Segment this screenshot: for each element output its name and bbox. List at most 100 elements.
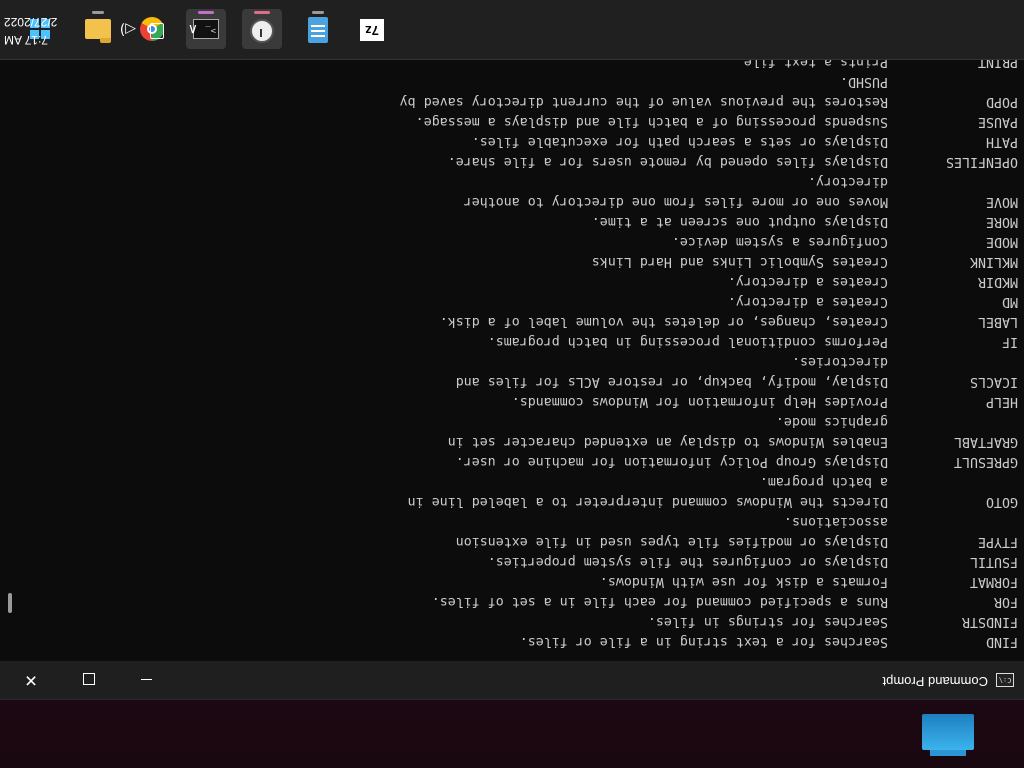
command-description: Displays output one screen at a time. bbox=[591, 214, 888, 229]
console-line: a batch program. bbox=[28, 471, 1018, 491]
clock-icon bbox=[250, 19, 274, 43]
recycle-bin-icon[interactable] bbox=[922, 714, 974, 758]
command-description: Restores the previous value of the curre… bbox=[399, 94, 888, 109]
command-name: FSUTIL bbox=[969, 554, 1018, 569]
title-bar[interactable]: C:\ Command Prompt ✕ bbox=[0, 661, 1024, 699]
console-line: associations. bbox=[28, 511, 1018, 531]
console-line: FTYPE Displays or modifies file types use… bbox=[28, 531, 1018, 551]
command-description: Enables Windows to display an extended c… bbox=[447, 434, 888, 449]
command-name: PATH bbox=[985, 134, 1018, 149]
command-name: MKDIR bbox=[977, 274, 1018, 289]
command-name: LABEL bbox=[977, 314, 1018, 329]
taskbar-notepad[interactable] bbox=[298, 9, 338, 49]
minimize-button[interactable] bbox=[118, 661, 176, 699]
7zip-icon: 7z bbox=[360, 19, 384, 41]
minimize-icon bbox=[141, 678, 153, 681]
command-name: PRINT bbox=[977, 59, 1018, 69]
notepad-icon bbox=[308, 17, 328, 43]
console-line: FIND Searches for a text string in a file… bbox=[28, 631, 1018, 651]
command-name: HELP bbox=[985, 394, 1018, 409]
console-line: FINDSTR Searches for strings in files. bbox=[28, 611, 1018, 631]
command-description: Creates a directory. bbox=[727, 274, 888, 289]
console-line: PUSHD. bbox=[28, 71, 1018, 91]
command-name: MODE bbox=[985, 234, 1018, 249]
command-description: Displays or modifies file types used in … bbox=[455, 534, 888, 549]
window-title: Command Prompt bbox=[882, 674, 988, 689]
console-line: GOTO Directs the Windows command interpre… bbox=[28, 491, 1018, 511]
console-line: PATH Displays or sets a search path for e… bbox=[28, 131, 1018, 151]
command-description: Creates a directory. bbox=[727, 294, 888, 309]
command-description: Displays or configures the file system p… bbox=[487, 554, 888, 569]
clock-date: 2/27/2022 bbox=[4, 15, 58, 29]
command-description: associations. bbox=[783, 514, 888, 529]
command-description: Directs the Windows command interpreter … bbox=[407, 494, 888, 509]
command-name: MOVE bbox=[985, 194, 1018, 209]
command-description: Searches for a text string in a file or … bbox=[519, 634, 888, 649]
maximize-button[interactable] bbox=[60, 661, 118, 699]
console-output[interactable]: FIND Searches for a text string in a file… bbox=[28, 59, 1018, 651]
command-name: POPD bbox=[985, 94, 1018, 109]
command-description: Prints a text file. bbox=[735, 59, 888, 69]
command-name: FINDSTR bbox=[961, 614, 1018, 629]
clock-time: 7:17 AM bbox=[4, 33, 49, 47]
console-line: MD Creates a directory. bbox=[28, 291, 1018, 311]
close-button[interactable]: ✕ bbox=[2, 661, 60, 699]
command-description: Displays files opened by remote users fo… bbox=[447, 154, 888, 169]
maximize-icon bbox=[83, 673, 95, 686]
command-description: Creates, changes, or deletes the volume … bbox=[439, 314, 888, 329]
command-description: graphics mode. bbox=[775, 414, 888, 429]
command-description: Displays or sets a search path for execu… bbox=[471, 134, 888, 149]
command-description: Moves one or more files from one directo… bbox=[463, 194, 888, 209]
network-button[interactable] bbox=[142, 0, 164, 59]
command-name: GRAFTABL bbox=[953, 434, 1018, 449]
command-name: FIND bbox=[985, 634, 1018, 649]
console-line: FSUTIL Displays or configures the file sy… bbox=[28, 551, 1018, 571]
console-line: HELP Provides Help information for Window… bbox=[28, 391, 1018, 411]
console-line: FORMAT Formats a disk for use with Window… bbox=[28, 571, 1018, 591]
cmd-app-icon: C:\ bbox=[996, 673, 1014, 687]
console-line: POPD Restores the previous value of the c… bbox=[28, 91, 1018, 111]
command-name: GPRESULT bbox=[953, 454, 1018, 469]
console-line: OPENFILES Displays files opened by remote… bbox=[28, 151, 1018, 171]
command-description: directory. bbox=[807, 174, 888, 189]
command-name: FTYPE bbox=[977, 534, 1018, 549]
console-line: LABEL Creates, changes, or deletes the vo… bbox=[28, 311, 1018, 331]
command-description: Suspends processing of a batch file and … bbox=[415, 114, 888, 129]
command-name: ICACLS bbox=[969, 374, 1018, 389]
command-description: directories. bbox=[791, 354, 888, 369]
console-line: MORE Displays output one screen at a time… bbox=[28, 211, 1018, 231]
console-line: FOR Runs a specified command for each fil… bbox=[28, 591, 1018, 611]
chevron-up-icon: ∧ bbox=[187, 21, 198, 37]
console-line: directory. bbox=[28, 171, 1018, 191]
command-name: PAUSE bbox=[977, 114, 1018, 129]
command-description: Provides Help information for Windows co… bbox=[511, 394, 888, 409]
command-name: IF bbox=[1001, 334, 1018, 349]
command-description: Performs conditional processing in batch… bbox=[487, 334, 888, 349]
console-line: PAUSE Suspends processing of a batch file… bbox=[28, 111, 1018, 131]
close-icon: ✕ bbox=[24, 671, 38, 690]
command-name: GOTO bbox=[985, 494, 1018, 509]
console-line: directories. bbox=[28, 351, 1018, 371]
show-hidden-icons-button[interactable]: ∧ bbox=[178, 0, 198, 59]
command-description: Searches for strings in files. bbox=[647, 614, 888, 629]
volume-icon: ◁) bbox=[119, 21, 136, 37]
taskbar-alarms-clock[interactable] bbox=[242, 9, 282, 49]
console-line: MODE Configures a system device. bbox=[28, 231, 1018, 251]
scrollbar-thumb[interactable] bbox=[8, 593, 12, 613]
command-description: Creates Symbolic Links and Hard Links bbox=[591, 254, 888, 269]
taskbar-7zip[interactable]: 7z bbox=[352, 9, 392, 49]
console-line: MOVE Moves one or more files from one dir… bbox=[28, 191, 1018, 211]
clock-datetime[interactable]: 7:17 AM 2/27/2022 bbox=[4, 13, 94, 49]
command-name: MKLINK bbox=[969, 254, 1018, 269]
console-line: IF Performs conditional processing in bat… bbox=[28, 331, 1018, 351]
volume-button[interactable]: ◁) bbox=[112, 0, 136, 59]
network-icon bbox=[150, 23, 164, 39]
console-line: MKDIR Creates a directory. bbox=[28, 271, 1018, 291]
command-description: Runs a specified command for each file i… bbox=[431, 594, 888, 609]
command-description: PUSHD. bbox=[839, 74, 888, 89]
command-description: Configures a system device. bbox=[671, 234, 888, 249]
vertical-scrollbar[interactable] bbox=[0, 59, 20, 661]
command-description: Formats a disk for use with Windows. bbox=[599, 574, 888, 589]
console-line: graphics mode. bbox=[28, 411, 1018, 431]
command-name: OPENFILES bbox=[945, 154, 1018, 169]
